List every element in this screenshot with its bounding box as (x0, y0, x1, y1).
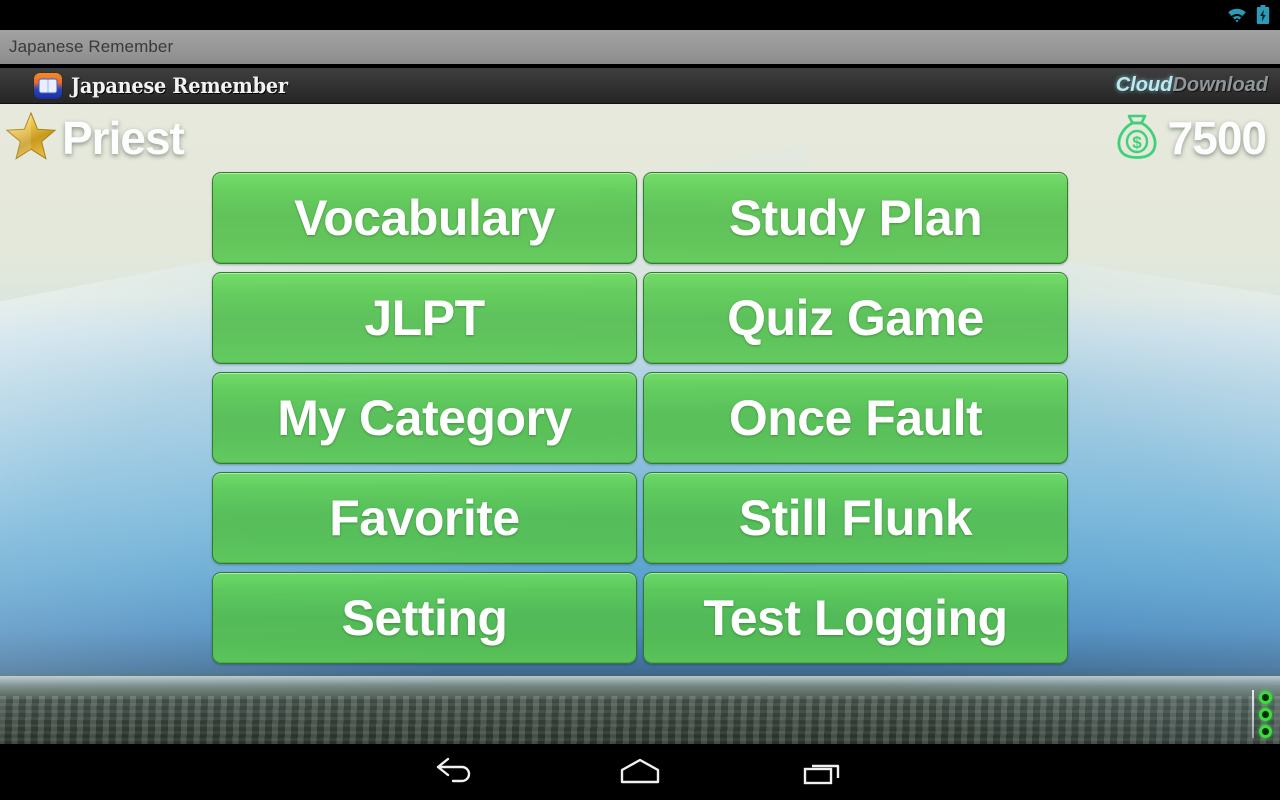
menu-button-label: Once Fault (728, 390, 983, 446)
scroll-indicator[interactable] (1252, 690, 1272, 738)
menu-button-label: JLPT (364, 290, 485, 346)
android-nav-bar (0, 744, 1280, 800)
brand-cloud-label: Cloud (1115, 74, 1173, 96)
player-money: $ 7500 (1114, 111, 1267, 165)
scroll-dots[interactable] (1259, 690, 1272, 738)
svg-text:$: $ (1132, 133, 1142, 152)
wallpaper-ridge-texture (0, 696, 1280, 744)
scroll-rail (1252, 690, 1254, 738)
player-money-amount: 7500 (1167, 112, 1267, 164)
android-status-bar (0, 0, 1280, 30)
title-bar-left: Japanese Remember (34, 72, 307, 99)
menu-button-still-flunk[interactable]: Still Flunk (643, 472, 1068, 564)
scroll-dot[interactable] (1259, 690, 1272, 704)
money-bag-icon: $ (1114, 112, 1160, 165)
app-strip-label: Japanese Remember (9, 37, 174, 56)
menu-button-quiz-game[interactable]: Quiz Game (643, 272, 1068, 364)
menu-button-label: Setting (341, 590, 508, 646)
cloud-download-brand[interactable]: Cloud Download (1116, 74, 1268, 97)
main-menu-grid: Vocabulary Study Plan JLPT Quiz Game My Cate… (212, 172, 1068, 664)
scroll-dot[interactable] (1259, 724, 1272, 738)
nav-recents-button[interactable] (787, 749, 861, 795)
app-logo-icon (34, 72, 62, 99)
menu-button-once-fault[interactable]: Once Fault (643, 372, 1068, 464)
menu-button-vocabulary[interactable]: Vocabulary (212, 172, 637, 264)
menu-button-label: Test Logging (703, 590, 1008, 646)
gold-star-icon (4, 110, 58, 167)
scroll-dot[interactable] (1259, 707, 1272, 721)
menu-button-label: Study Plan (728, 190, 983, 246)
menu-button-test-logging[interactable]: Test Logging (643, 572, 1068, 664)
menu-button-my-category[interactable]: My Category (212, 372, 637, 464)
menu-button-favorite[interactable]: Favorite (212, 472, 637, 564)
player-rank-label: Priest (62, 112, 185, 164)
menu-button-label: Favorite (329, 490, 520, 546)
battery-charging-icon (1256, 5, 1270, 25)
menu-button-jlpt[interactable]: JLPT (212, 272, 637, 364)
menu-button-label: Still Flunk (738, 490, 973, 546)
player-hud: Priest $ 7500 (0, 104, 1280, 172)
menu-button-label: Quiz Game (727, 290, 984, 346)
menu-button-study-plan[interactable]: Study Plan (643, 172, 1068, 264)
brand-download-label: Download (1172, 74, 1268, 96)
app-title-bar: Japanese Remember Cloud Download (0, 68, 1280, 104)
app-screen: Japanese Remember Japanese Remember Clou… (0, 0, 1280, 800)
app-name-strip: Japanese Remember (0, 30, 1280, 66)
nav-home-button[interactable] (603, 749, 677, 795)
menu-button-label: Vocabulary (294, 190, 555, 246)
nav-back-button[interactable] (419, 749, 493, 795)
app-title-label: Japanese Remember (71, 73, 288, 98)
menu-button-label: My Category (277, 390, 572, 446)
player-rank: Priest (4, 110, 185, 167)
menu-button-setting[interactable]: Setting (212, 572, 637, 664)
wifi-icon (1225, 6, 1249, 24)
